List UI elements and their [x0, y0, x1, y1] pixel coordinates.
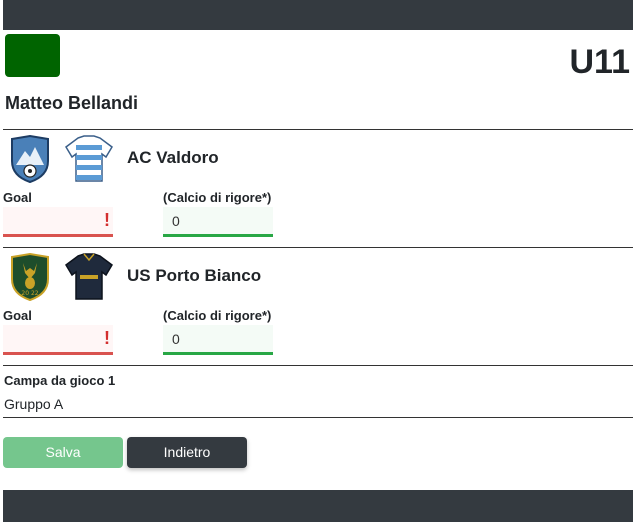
team-badge-icon: 20 22 — [11, 253, 49, 301]
back-button[interactable]: Indietro — [127, 437, 247, 468]
penalty-label: (Calcio di rigore*) — [163, 308, 272, 323]
referee-name: Matteo Bellandi — [5, 93, 139, 113]
team-name: AC Valdoro — [127, 148, 219, 167]
team-badge-icon — [11, 135, 49, 183]
age-group-title: U11 — [569, 43, 631, 81]
group-name: Gruppo A — [4, 396, 64, 412]
penalty-label: (Calcio di rigore*) — [163, 190, 272, 205]
divider — [3, 365, 633, 366]
goal-label: Goal — [3, 308, 32, 323]
divider — [3, 129, 633, 130]
jersey-icon — [65, 135, 113, 182]
club-logo — [5, 34, 60, 77]
error-icon: ! — [104, 210, 110, 230]
field-name: Campa da gioco 1 — [4, 373, 116, 388]
top-bar — [3, 0, 633, 30]
goal-label: Goal — [3, 190, 32, 205]
divider — [3, 417, 633, 418]
goal-input[interactable]: ! — [3, 207, 113, 237]
save-button[interactable]: Salva — [3, 437, 123, 468]
team-name: US Porto Bianco — [127, 266, 262, 285]
penalty-input[interactable]: 0 — [163, 325, 273, 355]
jersey-icon — [65, 253, 113, 300]
svg-text:20 22: 20 22 — [21, 290, 38, 297]
penalty-input[interactable]: 0 — [163, 207, 273, 237]
error-icon: ! — [104, 328, 110, 348]
divider — [3, 247, 633, 248]
goal-input[interactable]: ! — [3, 325, 113, 355]
bottom-bar — [3, 490, 633, 522]
